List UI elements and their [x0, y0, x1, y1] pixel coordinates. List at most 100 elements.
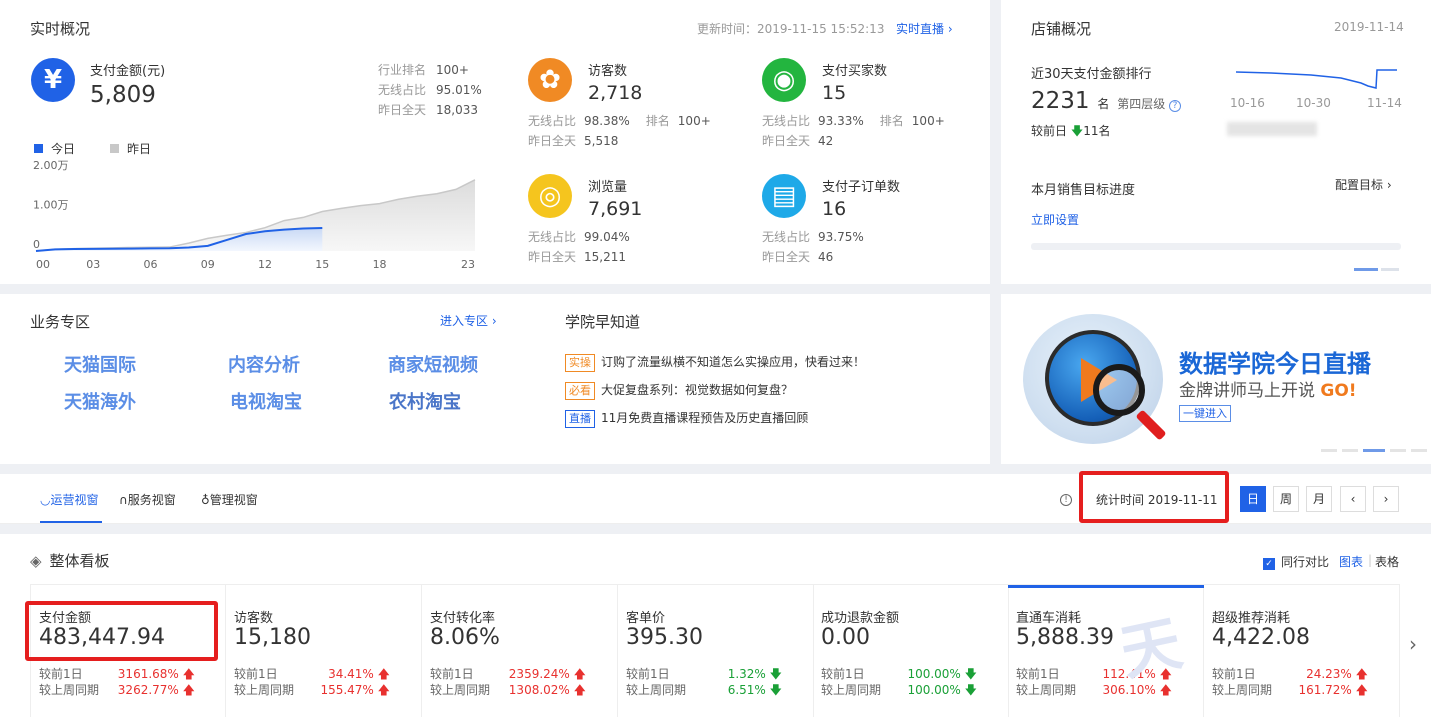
info-icon[interactable]: !	[1060, 494, 1072, 506]
arrow-down-icon: 🡇	[769, 667, 782, 681]
banner-cta[interactable]: 一键进入	[1179, 405, 1231, 422]
tab-operations[interactable]: ◡运营视窗	[40, 491, 99, 508]
layers-icon: ◈	[30, 552, 42, 570]
arrow-down-icon: 🡇	[964, 667, 977, 681]
carousel-dot[interactable]	[1354, 268, 1378, 271]
kpi-delta-week: 较上周同期 6.51% 🡇	[626, 683, 782, 697]
kpi-label: 成功退款金额	[821, 611, 900, 626]
biz-tmall-overseas[interactable]: 天猫海外	[64, 388, 136, 414]
view-table-link[interactable]: 表格	[1375, 553, 1399, 570]
x-tick-label: 23	[461, 258, 475, 271]
store-card: 店铺概况 2019-11-14 近30天支付金额排行 2231 名 第四层级 ?…	[1001, 0, 1431, 284]
kpi-card[interactable]: 访客数 15,180 较前1日 34.41% 🡅 较上周同期 155.47% 🡅	[226, 585, 422, 717]
kpi-card[interactable]: 客单价 395.30 较前1日 1.32% 🡇 较上周同期 6.51% 🡇	[618, 585, 814, 717]
kpi-label: 超级推荐消耗	[1212, 611, 1291, 626]
kpi-value: 0.00	[821, 625, 870, 650]
biz-tmall-intl[interactable]: 天猫国际	[64, 351, 136, 377]
arrow-down-icon: 🡇	[769, 683, 782, 697]
help-icon[interactable]: ?	[1169, 100, 1182, 112]
tab-service[interactable]: ∩服务视窗	[119, 491, 176, 508]
kpi-value: 4,422.08	[1212, 625, 1310, 650]
biz-content-analysis[interactable]: 内容分析	[228, 351, 300, 377]
news-item[interactable]: 必看 大促复盘系列：视觉数据如何复盘？	[565, 381, 793, 400]
checkbox-checked-icon[interactable]: ✓	[1263, 558, 1275, 570]
suborders-label: 支付子订单数	[822, 180, 901, 195]
x-tick-label: 12	[258, 258, 272, 271]
kpi-card[interactable]: 超级推荐消耗 4,422.08 较前1日 24.23% 🡅 较上周同期 161.72…	[1204, 585, 1400, 717]
spark-tick: 10-16	[1230, 96, 1265, 110]
set-now-link[interactable]: 立即设置	[1031, 211, 1079, 228]
carousel-dot[interactable]	[1321, 449, 1337, 452]
kpi-delta-week: 较上周同期 161.72% 🡅	[1212, 683, 1368, 697]
kpi-delta-week: 较上周同期 100.00% 🡇	[821, 683, 977, 697]
chevron-right-icon: ›	[1386, 178, 1392, 192]
pay-yday-row: 昨日全天 18,033	[378, 103, 479, 117]
kpi-card[interactable]: 成功退款金额 0.00 较前1日 100.00% 🡇 较上周同期 100.00% 🡇	[813, 585, 1009, 717]
user-icon: ♁	[201, 493, 210, 507]
news-item[interactable]: 实操 订购了流量纵横不知道怎么实操应用，快看过来！	[565, 353, 865, 372]
academy-banner[interactable]: 数据学院今日直播 金牌讲师马上开说 GO! 一键进入	[1001, 294, 1431, 464]
biz-rural-taobao[interactable]: 农村淘宝	[389, 388, 461, 414]
period-week-button[interactable]: 周	[1273, 486, 1299, 512]
biz-tv-taobao[interactable]: 电视淘宝	[230, 388, 302, 414]
kpi-delta-day: 较前1日 100.00% 🡇	[821, 667, 977, 681]
yuan-icon: ¥	[31, 58, 75, 102]
banner-headline: 数据学院今日直播	[1179, 350, 1371, 378]
pageviews-wireless-row: 无线占比 99.04%	[528, 230, 630, 244]
kpi-delta-day: 较前1日 1.32% 🡇	[626, 667, 782, 681]
view-chart-link[interactable]: 图表	[1339, 553, 1363, 570]
kpi-label: 客单价	[626, 611, 666, 626]
biz-short-video[interactable]: 商家短视频	[388, 351, 478, 377]
banner-sub: 金牌讲师马上开说 GO!	[1179, 381, 1357, 401]
kpi-label: 访客数	[234, 611, 274, 626]
next-period-button[interactable]: ›	[1373, 486, 1399, 512]
peer-compare[interactable]: ✓ 同行对比	[1263, 553, 1329, 570]
realtime-title: 实时概况	[30, 20, 91, 38]
target-progress-bar	[1031, 243, 1401, 250]
kpi-value: 15,180	[234, 625, 311, 650]
legend-yday: 昨日	[110, 140, 151, 157]
realtime-chart: 2.00万1.00万000 03 06 09 12 15 18 23	[33, 160, 476, 271]
chevron-right-icon: ›	[947, 22, 953, 36]
arrow-up-icon: 🡅	[377, 683, 390, 697]
x-tick-label: 03	[86, 258, 100, 271]
carousel-dot[interactable]	[1363, 449, 1385, 452]
buyers-icon: ◉	[762, 58, 806, 102]
board-title-row: ◈ 整体看板	[30, 552, 110, 570]
shield-icon: ◡	[40, 493, 51, 507]
suborders-icon: ▤	[762, 174, 806, 218]
kpi-value: 395.30	[626, 625, 703, 650]
carousel-dot[interactable]	[1390, 449, 1406, 452]
kpi-card[interactable]: 支付转化率 8.06% 较前1日 2359.24% 🡅 较上周同期 1308.02%…	[422, 585, 618, 717]
next-kpi-button[interactable]: ›	[1409, 632, 1417, 656]
active-tab-underline	[40, 521, 102, 523]
config-target-link[interactable]: 配置目标 ›	[1335, 176, 1392, 193]
news-item[interactable]: 直播 11月免费直播课程预告及历史直播回顾	[565, 409, 808, 428]
pay-value: 5,809	[90, 82, 156, 108]
suborders-value: 16	[822, 198, 847, 220]
kpi-delta-week: 较上周同期 1308.02% 🡅	[430, 683, 586, 697]
pay-label: 支付金额(元)	[90, 64, 166, 79]
kpi-label: 直通车消耗	[1016, 611, 1082, 626]
kpi-delta-day: 较前1日 3161.68% 🡅	[39, 667, 195, 681]
y-tick-label: 0	[33, 238, 40, 251]
carousel-dot[interactable]	[1381, 268, 1399, 271]
kpi-delta-week: 较上周同期 3262.77% 🡅	[39, 683, 195, 697]
arrow-up-icon: 🡅	[182, 667, 195, 681]
y-tick-label: 1.00万	[33, 199, 69, 212]
period-day-button[interactable]: 日	[1240, 486, 1266, 512]
tab-management[interactable]: ♁管理视窗	[201, 491, 258, 508]
live-link[interactable]: 实时直播 ›	[896, 20, 953, 37]
carousel-dot[interactable]	[1411, 449, 1427, 452]
buyers-yday-row: 昨日全天 42	[762, 134, 834, 148]
kpi-delta-day: 较前1日 34.41% 🡅	[234, 667, 390, 681]
kpi-delta-week: 较上周同期 155.47% 🡅	[234, 683, 390, 697]
period-month-button[interactable]: 月	[1306, 486, 1332, 512]
prev-period-button[interactable]: ‹	[1340, 486, 1366, 512]
x-tick-label: 09	[201, 258, 215, 271]
visitors-yday-row: 昨日全天 5,518	[528, 134, 619, 148]
carousel-dot[interactable]	[1342, 449, 1358, 452]
arrow-down-icon: 🡇	[964, 683, 977, 697]
enter-zone-link[interactable]: 进入专区 ›	[440, 312, 497, 329]
visitors-wireless-row: 无线占比 98.38% 排名 100+	[528, 114, 711, 128]
